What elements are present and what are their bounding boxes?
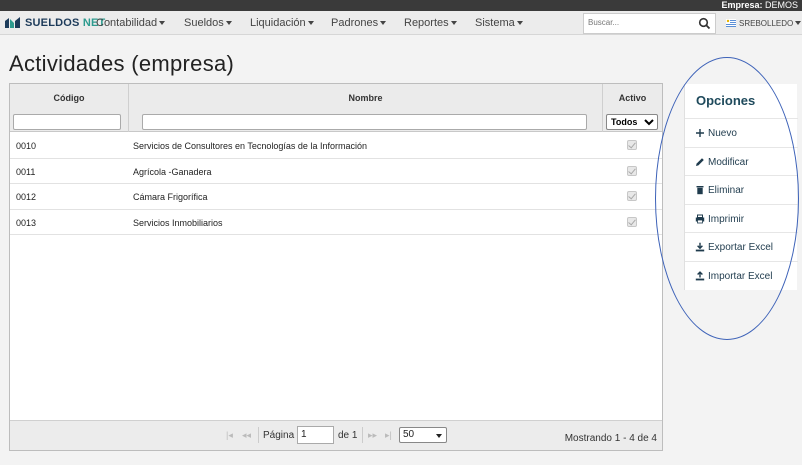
print-icon [695, 214, 705, 223]
first-page-icon[interactable]: |◂ [226, 430, 233, 441]
page-title: Actividades (empresa) [9, 51, 235, 76]
menu-sueldos[interactable]: Sueldos [184, 11, 232, 35]
caret-down-icon [436, 434, 442, 438]
table-row[interactable]: 0013 Servicios Inmobiliarios [10, 210, 662, 235]
pencil-icon [696, 157, 704, 166]
caret-down-icon [380, 21, 387, 25]
menu-padrones[interactable]: Padrones [331, 11, 387, 35]
menu-sistema[interactable]: Sistema [475, 11, 523, 35]
logo-mark-icon [5, 17, 20, 28]
caret-down-icon [225, 21, 232, 25]
column-header-name[interactable]: Nombre [129, 84, 603, 132]
filter-name-input[interactable] [142, 114, 587, 130]
trash-icon [696, 186, 704, 195]
import-excel-button[interactable]: Importar Excel [685, 260, 798, 290]
filter-active-select[interactable]: Todos [606, 114, 658, 130]
caret-down-icon [516, 21, 523, 25]
active-checkbox [627, 216, 637, 227]
download-icon [695, 242, 705, 252]
prev-page-icon[interactable]: ◂◂ [242, 430, 251, 441]
cell-code: 0012 [16, 192, 37, 202]
cell-name: Agrícola -Ganadera [133, 166, 212, 177]
menu-liquidacion[interactable]: Liquidación [250, 11, 314, 35]
active-checkbox [627, 140, 637, 150]
edit-button[interactable]: Modificar [685, 146, 798, 176]
search-placeholder: Buscar... [588, 18, 620, 27]
cell-name: Cámara Frigorífica [133, 192, 208, 202]
page-label: Página [263, 430, 295, 441]
grid-header: Código Nombre Activo Todos [10, 84, 662, 132]
options-panel: Opciones Nuevo Modificar Eliminar Imprim… [684, 84, 798, 290]
plus-icon [696, 129, 704, 137]
cell-code: 0013 [16, 217, 37, 228]
options-title: Opciones [696, 93, 756, 108]
print-button[interactable]: Imprimir [685, 203, 798, 233]
grid-body: 0010 Servicios de Consultores en Tecnolo… [10, 133, 662, 235]
last-page-icon[interactable]: ▸| [385, 430, 392, 441]
user-name: SREBOLLEDO [739, 18, 794, 28]
top-status-bar: Empresa: DEMOS [0, 0, 802, 11]
logo-text: SUELDOS NET [25, 17, 106, 29]
pager-divider [258, 427, 259, 443]
active-checkbox [627, 165, 637, 176]
cell-name: Servicios de Consultores en Tecnologías … [133, 141, 367, 151]
caret-down-icon [159, 21, 166, 25]
column-label-name: Nombre [348, 93, 383, 103]
company-indicator: Empresa: DEMOS [721, 0, 798, 10]
main-navbar: SUELDOS NET Contabilidad Sueldos Liquida… [0, 11, 802, 35]
cell-code: 0011 [16, 166, 36, 177]
caret-down-icon [795, 21, 802, 25]
search-input[interactable]: Buscar... [583, 13, 716, 34]
table-row[interactable]: 0010 Servicios de Consultores en Tecnolo… [10, 133, 662, 159]
table-row[interactable]: 0012 Cámara Frigorífica [10, 184, 662, 210]
user-menu[interactable]: SREBOLLEDO [726, 11, 802, 35]
upload-icon [695, 270, 705, 280]
menu-contabilidad[interactable]: Contabilidad [96, 11, 166, 35]
grid-pager: |◂ ◂◂ Página 1 de 1 ▸▸ ▸| 50 Mostrando 1… [10, 420, 662, 450]
active-checkbox [627, 191, 637, 201]
next-page-icon[interactable]: ▸▸ [368, 430, 377, 441]
filter-code-input[interactable] [13, 114, 121, 130]
pager-divider [362, 427, 363, 443]
column-header-active[interactable]: Activo Todos [603, 84, 662, 132]
menu-reportes[interactable]: Reportes [404, 11, 457, 35]
search-icon[interactable] [698, 17, 711, 30]
delete-button[interactable]: Eliminar [685, 175, 798, 204]
column-label-active: Activo [618, 93, 647, 103]
activities-grid: Código Nombre Activo Todos 0010 Servicio… [9, 83, 663, 451]
caret-down-icon [307, 21, 314, 25]
app-logo[interactable]: SUELDOS NET [3, 14, 105, 32]
export-excel-button[interactable]: Exportar Excel [685, 232, 798, 261]
page-size-select[interactable]: 50 [399, 427, 447, 443]
table-row[interactable]: 0011 Agrícola -Ganadera [10, 159, 662, 184]
column-label-code: Código [53, 93, 85, 103]
page-number-input[interactable]: 1 [297, 426, 334, 444]
column-header-code[interactable]: Código [10, 84, 129, 132]
records-count: Mostrando 1 - 4 de 4 [564, 433, 657, 444]
new-button[interactable]: Nuevo [685, 118, 798, 147]
caret-down-icon [450, 21, 457, 25]
flag-icon [726, 19, 736, 27]
page-count-label: de 1 [338, 430, 358, 441]
cell-name: Servicios Inmobiliarios [133, 217, 223, 228]
cell-code: 0010 [16, 141, 37, 151]
